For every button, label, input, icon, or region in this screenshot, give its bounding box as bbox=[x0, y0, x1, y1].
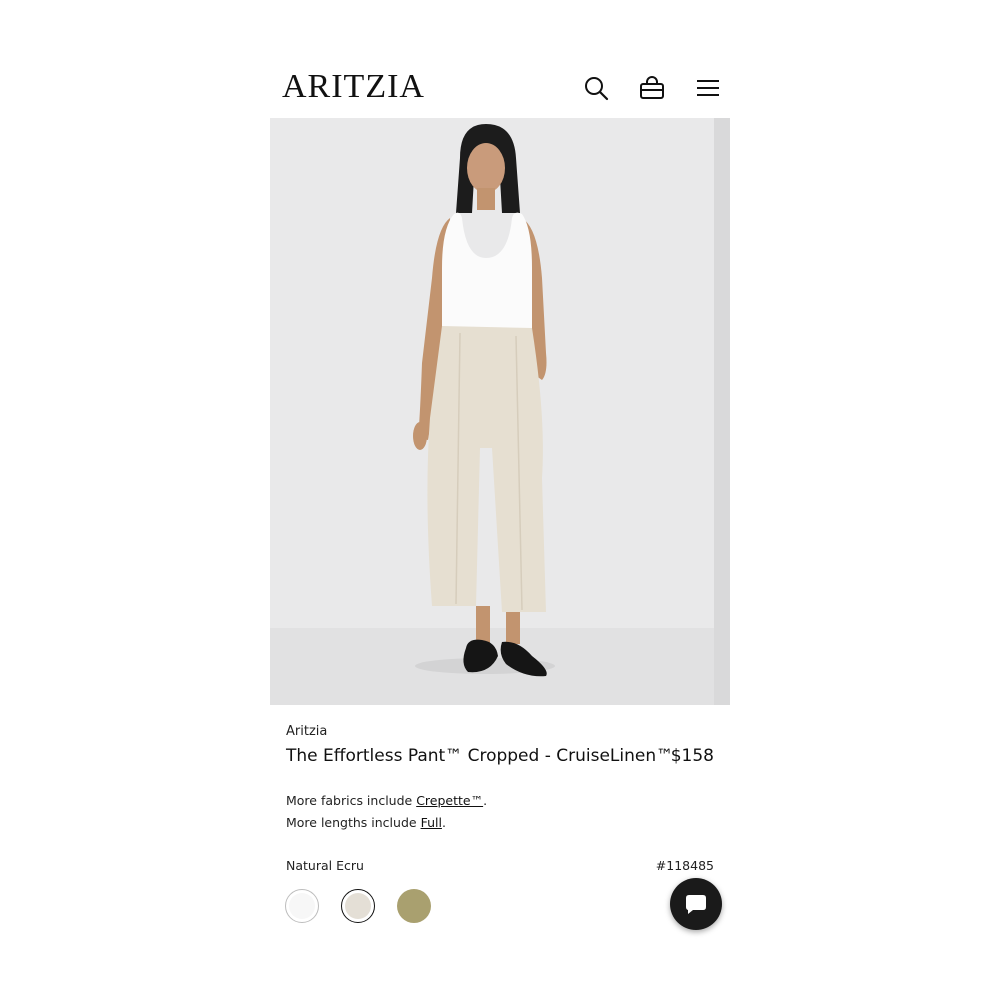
more-lengths-prefix: More lengths include bbox=[286, 815, 421, 830]
chat-button[interactable] bbox=[670, 878, 722, 930]
more-fabrics-prefix: More fabrics include bbox=[286, 793, 417, 808]
crepette-link[interactable]: Crepette™ bbox=[416, 793, 483, 808]
color-swatch-white[interactable] bbox=[285, 889, 319, 923]
brand-logo[interactable]: ARITZIA bbox=[282, 68, 425, 106]
product-title: The Effortless Pant™ Cropped - CruiseLin… bbox=[286, 746, 674, 766]
more-fabrics-suffix: . bbox=[483, 793, 488, 808]
more-lengths-suffix: . bbox=[441, 815, 446, 830]
menu-icon[interactable] bbox=[694, 74, 722, 102]
full-length-link[interactable]: Full bbox=[421, 815, 442, 830]
product-page: ARITZIA Aritzia The Effortless Pant™ Cro… bbox=[0, 0, 1000, 1000]
swatch-fill bbox=[345, 893, 371, 919]
swatch-fill bbox=[289, 893, 315, 919]
product-brand: Aritzia bbox=[286, 724, 328, 739]
product-sku: #118485 bbox=[655, 858, 714, 873]
product-image[interactable] bbox=[270, 118, 730, 705]
chat-bubble-icon bbox=[686, 895, 706, 914]
color-swatch-natural-ecru[interactable] bbox=[341, 889, 375, 923]
bag-icon[interactable] bbox=[638, 74, 666, 102]
site-header: ARITZIA bbox=[270, 62, 730, 114]
color-swatch-olive[interactable] bbox=[397, 889, 431, 923]
search-icon[interactable] bbox=[582, 74, 610, 102]
swatch-fill bbox=[397, 889, 431, 923]
product-price: $158 bbox=[670, 746, 714, 766]
more-fabrics-note: More fabrics include Crepette™. bbox=[286, 793, 487, 808]
more-lengths-note: More lengths include Full. bbox=[286, 815, 446, 830]
selected-color-name: Natural Ecru bbox=[286, 858, 364, 873]
